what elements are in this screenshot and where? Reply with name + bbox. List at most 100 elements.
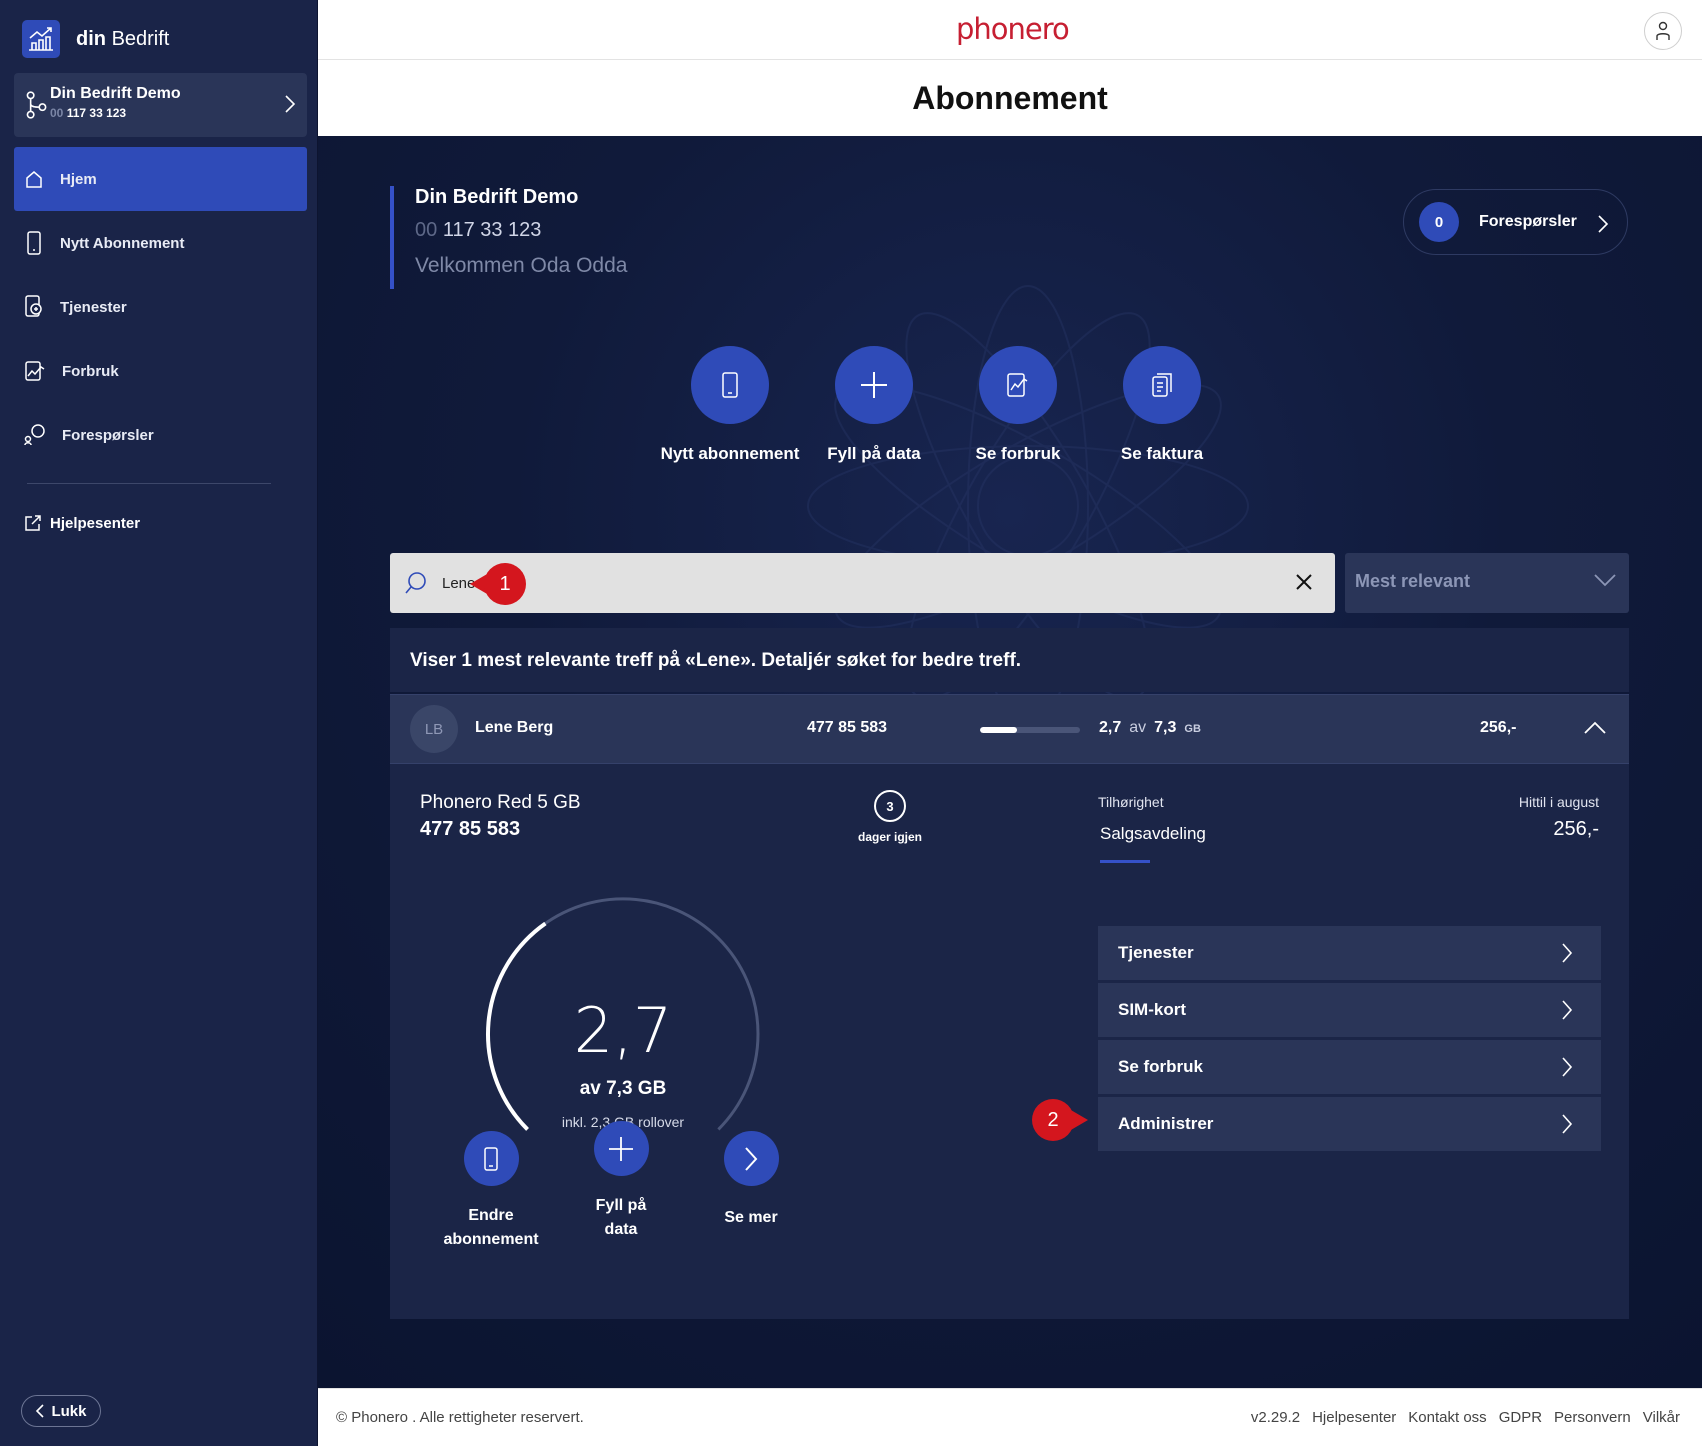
subscription-row[interactable]: LB Lene Berg 477 85 583 2,7 av 7,3 GB 256,- xyxy=(390,694,1629,764)
phonero-logo[interactable]: phonero xyxy=(956,12,1070,46)
sidebar-item-hjem[interactable]: Hjem xyxy=(14,147,307,211)
welcome-block: Din Bedrift Demo 00 117 33 123 Velkommen… xyxy=(390,186,627,289)
subscriber-name: Lene Berg xyxy=(475,719,554,736)
plan-number: 477 85 583 xyxy=(420,818,521,840)
plan-name: Phonero Red 5 GB xyxy=(420,792,581,813)
chart-icon xyxy=(979,346,1057,424)
chevron-right-icon xyxy=(1562,943,1573,963)
avatar: LB xyxy=(410,705,458,753)
footer-links: v2.29.2 Hjelpesenter Kontakt oss GDPR Pe… xyxy=(1251,1409,1680,1426)
menu-item-administrer[interactable]: Administrer xyxy=(1098,1097,1601,1151)
footer-link-gdpr[interactable]: GDPR xyxy=(1499,1409,1542,1426)
search-icon xyxy=(405,572,426,594)
search-bar xyxy=(390,553,1335,613)
chevron-up-icon[interactable] xyxy=(1583,721,1607,735)
chevron-down-icon xyxy=(1594,574,1616,587)
sidebar-item-label: Hjem xyxy=(60,170,97,188)
days-left: 3 dager igjen xyxy=(850,790,930,844)
requests-button[interactable]: 0 Forespørsler xyxy=(1403,189,1628,255)
chevron-right-icon xyxy=(1562,1114,1573,1134)
help-center-label: Hjelpesenter xyxy=(50,514,141,532)
change-subscription-label: Endre abonnement xyxy=(443,1207,539,1248)
welcome-company-number: 00 117 33 123 xyxy=(415,219,542,241)
help-center-link[interactable]: Hjelpesenter xyxy=(24,514,140,532)
sidebar-item-nytt-abonnement[interactable]: Nytt Abonnement xyxy=(14,211,307,275)
org-tree-icon xyxy=(26,91,47,119)
welcome-company-name: Din Bedrift Demo xyxy=(415,186,579,208)
quick-action-label: Fyll på data xyxy=(827,444,921,463)
menu-item-label: Administrer xyxy=(1118,1114,1214,1133)
brand-logo-icon xyxy=(22,20,60,58)
menu-item-sim-kort[interactable]: SIM-kort xyxy=(1098,983,1601,1037)
sidebar-item-forbruk[interactable]: Forbruk xyxy=(14,339,307,403)
sort-value: Mest relevant xyxy=(1355,571,1471,591)
days-left-count: 3 xyxy=(874,790,906,822)
welcome-greeting: Velkommen Oda Odda xyxy=(415,254,628,277)
clear-search-icon[interactable] xyxy=(1293,571,1315,593)
requests-label: Forespørsler xyxy=(1479,213,1577,230)
sidebar-nav: Hjem Nytt Abonnement Tjenester Forbruk F… xyxy=(14,147,307,467)
data-usage-bar-fill xyxy=(980,727,1017,733)
search-input[interactable] xyxy=(442,569,1242,597)
menu-item-label: Se forbruk xyxy=(1118,1057,1204,1076)
topup-data-button[interactable]: Fyll på data xyxy=(561,1121,681,1242)
quick-action-topup-data[interactable]: Fyll på data xyxy=(799,346,949,464)
user-profile-button[interactable] xyxy=(1644,12,1682,50)
sidebar-item-label: Tjenester xyxy=(60,298,127,316)
plus-icon xyxy=(835,346,913,424)
affiliation-underline xyxy=(1100,860,1150,863)
menu-item-label: Tjenester xyxy=(1118,943,1194,962)
chevron-right-icon xyxy=(1562,1000,1573,1020)
user-icon xyxy=(1656,21,1670,40)
version: v2.29.2 xyxy=(1250,1409,1301,1426)
sidebar-item-label: Nytt Abonnement xyxy=(60,234,185,252)
plus-icon xyxy=(593,1121,649,1176)
sidebar: din Bedrift Din Bedrift Demo 00 117 33 1… xyxy=(0,0,318,1446)
brand[interactable]: din Bedrift xyxy=(22,20,169,58)
see-more-label: Se mer xyxy=(724,1209,778,1226)
affiliation-value[interactable]: Salgsavdeling xyxy=(1100,824,1206,844)
quick-action-new-subscription[interactable]: Nytt abonnement xyxy=(655,346,805,464)
days-left-label: dager igjen xyxy=(857,830,922,844)
close-sidebar-button[interactable]: Lukk xyxy=(21,1395,101,1427)
company-selector[interactable]: Din Bedrift Demo 00 117 33 123 xyxy=(14,73,307,137)
change-subscription-button[interactable]: Endre abonnement xyxy=(431,1131,551,1252)
see-more-button[interactable]: Se mer xyxy=(691,1131,811,1230)
sidebar-item-label: Forespørsler xyxy=(62,426,154,444)
chevron-right-icon xyxy=(285,95,296,113)
subscription-details: Phonero Red 5 GB 477 85 583 3 dager igje… xyxy=(390,764,1629,1319)
sidebar-item-foresporsler[interactable]: Forespørsler xyxy=(14,403,307,467)
quick-action-see-usage[interactable]: Se forbruk xyxy=(943,346,1093,464)
subscriber-number: 477 85 583 xyxy=(807,719,888,736)
phone-icon xyxy=(463,1131,519,1186)
close-label: Lukk xyxy=(51,1402,87,1420)
phone-icon xyxy=(691,346,769,424)
footer-link-terms[interactable]: Vilkår xyxy=(1643,1409,1680,1426)
quick-action-see-invoice[interactable]: Se faktura xyxy=(1087,346,1237,464)
sidebar-item-tjenester[interactable]: Tjenester xyxy=(14,275,307,339)
sidebar-divider xyxy=(27,483,271,484)
data-usage-bar xyxy=(980,727,1080,733)
chart-icon xyxy=(25,361,45,381)
results-text: Viser 1 mest relevante treff på «Lene». … xyxy=(410,650,1022,671)
footer-link-help[interactable]: Hjelpesenter xyxy=(1312,1409,1396,1426)
requests-count-badge: 0 xyxy=(1419,202,1459,242)
page-title: Abonnement xyxy=(912,80,1108,116)
menu-item-label: SIM-kort xyxy=(1118,1000,1186,1019)
footer-link-contact[interactable]: Kontakt oss xyxy=(1408,1409,1486,1426)
company-name: Din Bedrift Demo xyxy=(50,85,181,102)
main-content: Din Bedrift Demo 00 117 33 123 Velkommen… xyxy=(318,136,1702,1388)
company-number: 00 117 33 123 xyxy=(50,106,127,120)
home-icon xyxy=(26,171,42,188)
sidebar-item-label: Forbruk xyxy=(62,362,119,380)
sort-dropdown[interactable]: Mest relevant xyxy=(1345,553,1629,613)
topup-data-label: Fyll på data xyxy=(595,1197,647,1238)
annotation-marker-1: 1 xyxy=(470,563,526,605)
subscription-price: 256,- xyxy=(1480,719,1517,736)
menu-item-se-forbruk[interactable]: Se forbruk xyxy=(1098,1040,1601,1094)
gauge-value: 2,7 xyxy=(573,994,673,1067)
chat-icon xyxy=(24,424,45,446)
brand-name: din Bedrift xyxy=(76,27,170,50)
menu-item-tjenester[interactable]: Tjenester xyxy=(1098,926,1601,980)
footer-link-privacy[interactable]: Personvern xyxy=(1554,1409,1631,1426)
